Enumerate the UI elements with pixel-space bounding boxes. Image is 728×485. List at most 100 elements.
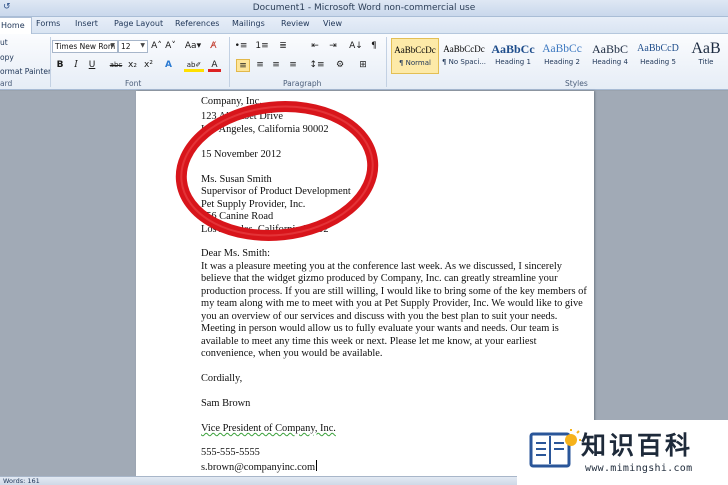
tab-view[interactable]: View	[323, 19, 342, 28]
group-separator	[386, 37, 387, 87]
font-group-label: Font	[125, 79, 142, 88]
borders-button[interactable]: ⊞	[356, 59, 370, 72]
chevron-down-icon: ▼	[110, 42, 115, 49]
style-sample: AaBbC	[592, 42, 628, 56]
tab-page-layout[interactable]: Page Layout	[114, 19, 163, 28]
font-size-combo[interactable]: 12 ▼	[118, 40, 148, 53]
window-title: Document1 - Microsoft Word non-commercia…	[252, 3, 476, 13]
clear-formatting-button[interactable]: A̸	[207, 40, 220, 53]
recipient-street: 456 Canine Road	[201, 211, 274, 222]
signer-email: s.brown@companyinc.com	[201, 462, 316, 473]
style-heading-5[interactable]: AaBbCcD Heading 5	[634, 38, 682, 74]
style-sample: AaB	[691, 40, 721, 57]
bullets-button[interactable]: •≡	[233, 40, 249, 53]
recipient-title: Supervisor of Product Development	[201, 186, 351, 197]
shading-button[interactable]: ⚙	[332, 59, 348, 72]
font-color-button[interactable]: A	[208, 59, 221, 72]
superscript-button[interactable]: x²	[142, 59, 155, 72]
signer-title: Vice President of Company, Inc.	[201, 423, 336, 434]
grow-font-button[interactable]: A˄	[150, 40, 163, 53]
line-spacing-button[interactable]: ↕≡	[308, 59, 326, 72]
style-name: Heading 4	[592, 58, 628, 66]
style-name: Title	[698, 58, 714, 66]
bold-button[interactable]: B	[54, 59, 66, 72]
copy-button[interactable]: opy	[0, 53, 14, 62]
styles-group-label: Styles	[565, 79, 588, 88]
sender-company: Company, Inc.	[201, 96, 262, 107]
chevron-down-icon: ▼	[140, 42, 145, 49]
format-painter-button[interactable]: ormat Painter	[0, 67, 51, 76]
style-name: ¶ No Spaci...	[441, 58, 487, 66]
body-line: my team along with me to meet with you a…	[201, 298, 583, 309]
subscript-button[interactable]: x₂	[126, 59, 139, 72]
body-line: Meeting in person would allow us to full…	[201, 323, 559, 334]
tab-mailings[interactable]: Mailings	[232, 19, 265, 28]
body-line: It was a pleasure meeting you at the con…	[201, 261, 562, 272]
book-lightbulb-icon	[529, 429, 581, 468]
style-heading-4[interactable]: AaBbC Heading 4	[586, 38, 634, 74]
underline-button[interactable]: U	[86, 59, 98, 72]
title-bar: ↺ Document1 - Microsoft Word non-commerc…	[0, 0, 728, 17]
font-name-value: Times New Rom	[55, 42, 116, 51]
show-marks-button[interactable]: ¶	[367, 40, 381, 53]
tab-forms[interactable]: Forms	[36, 19, 60, 28]
align-right-button[interactable]: ≡	[269, 59, 283, 72]
body-line: production process. If you are still wil…	[201, 286, 587, 297]
align-left-button[interactable]: ≡	[236, 59, 250, 72]
salutation: Dear Ms. Smith:	[201, 248, 270, 259]
style-sample: AaBbCcD	[637, 43, 679, 54]
multilevel-list-button[interactable]: ≣	[275, 40, 291, 53]
numbering-button[interactable]: 1≡	[254, 40, 270, 53]
style-name: Heading 5	[640, 58, 676, 66]
center-button[interactable]: ≡	[253, 59, 267, 72]
style-name: ¶ Normal	[398, 59, 431, 67]
highlight-button[interactable]: ab✐	[184, 59, 204, 72]
clipboard-group-label: ard	[0, 79, 13, 88]
body-line: convenience, when you would be available…	[201, 348, 383, 359]
ribbon: ut opy ormat Painter ard Times New Rom ▼…	[0, 34, 728, 90]
closing: Cordially,	[201, 373, 243, 384]
decrease-indent-button[interactable]: ⇤	[308, 40, 322, 53]
signer-phone: 555-555-5555	[201, 447, 260, 458]
sender-street: 123 Alphabet Drive	[201, 111, 283, 122]
font-size-value: 12	[121, 42, 131, 51]
sort-button[interactable]: A↓	[348, 40, 364, 53]
paragraph-group-label: Paragraph	[283, 79, 322, 88]
signer-name: Sam Brown	[201, 398, 251, 409]
body-line: believe that the widget gizmo produced b…	[201, 273, 558, 284]
change-case-button[interactable]: Aa▾	[184, 40, 202, 53]
font-name-combo[interactable]: Times New Rom ▼	[52, 40, 118, 53]
cut-button[interactable]: ut	[0, 38, 8, 47]
style-sample: AaBbCcDc	[443, 44, 485, 54]
style-title[interactable]: AaB Title	[684, 38, 728, 74]
signer-email-line: s.brown@companyinc.com	[201, 460, 318, 473]
body-line: available to meet any time this week or …	[201, 336, 537, 347]
ribbon-tabs: Home Forms Insert Page Layout References…	[0, 17, 728, 35]
style-heading-2[interactable]: AaBbCc Heading 2	[538, 38, 586, 74]
tab-insert[interactable]: Insert	[75, 19, 98, 28]
style-sample: AaBbCc	[542, 43, 582, 55]
justify-button[interactable]: ≡	[286, 59, 300, 72]
watermark-url: www.mimingshi.com	[585, 463, 693, 474]
tab-review[interactable]: Review	[281, 19, 310, 28]
increase-indent-button[interactable]: ⇥	[326, 40, 340, 53]
group-separator	[50, 37, 51, 87]
sender-city: Los Angeles, California 90002	[201, 124, 329, 135]
style-heading-1[interactable]: AaBbCc Heading 1	[489, 38, 537, 74]
recipient-name: Ms. Susan Smith	[201, 174, 272, 185]
italic-button[interactable]: I	[70, 59, 82, 72]
group-separator	[229, 37, 230, 87]
text-effects-button[interactable]: A	[162, 59, 175, 72]
watermark-chinese-text: 知识百科	[581, 431, 694, 460]
style-normal[interactable]: AaBbCcDc ¶ Normal	[391, 38, 439, 74]
tab-home[interactable]: Home	[0, 17, 32, 35]
body-line: you an overview of our services and disc…	[201, 311, 558, 322]
style-no-spacing[interactable]: AaBbCcDc ¶ No Spaci...	[440, 38, 488, 74]
word-count[interactable]: Words: 161	[3, 477, 40, 485]
shrink-font-button[interactable]: A˅	[164, 40, 177, 53]
style-name: Heading 2	[544, 58, 580, 66]
strikethrough-button[interactable]: abc	[108, 59, 124, 72]
document-area[interactable]: Company, Inc. 123 Alphabet Drive Los Ang…	[0, 91, 728, 485]
tab-references[interactable]: References	[175, 19, 219, 28]
letter-date: 15 November 2012	[201, 149, 282, 160]
